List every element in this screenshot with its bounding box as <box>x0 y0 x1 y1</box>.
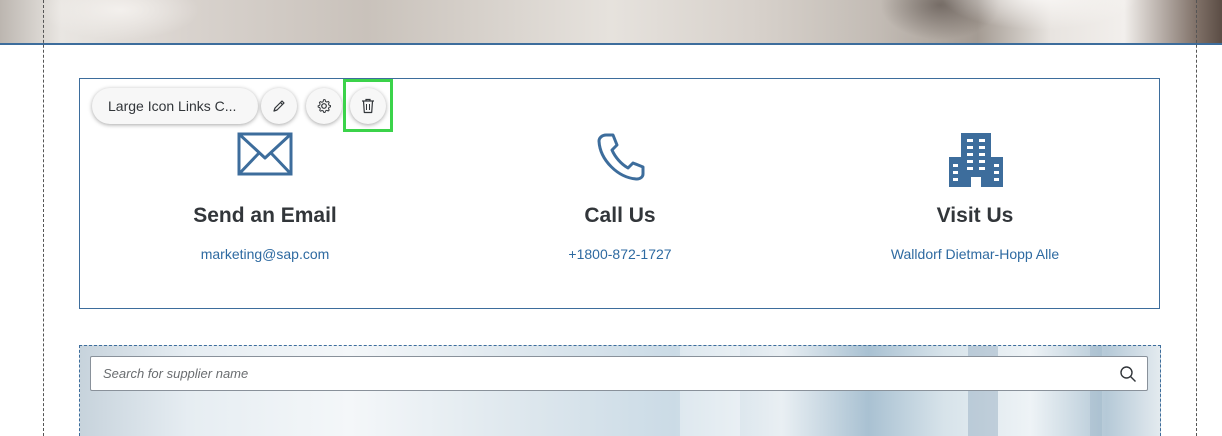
link-title: Call Us <box>584 204 656 227</box>
building-icon <box>825 131 1125 187</box>
settings-button[interactable] <box>306 88 342 124</box>
gear-icon <box>317 99 331 113</box>
section-guide-right <box>1196 0 1197 436</box>
hero-divider <box>0 43 1222 45</box>
envelope-icon <box>115 131 415 187</box>
phone-link[interactable]: +1800-872-1727 <box>470 246 770 262</box>
search-input[interactable] <box>91 357 1101 390</box>
section-guide-left <box>43 0 44 436</box>
phone-icon <box>470 131 770 187</box>
supplier-search-box[interactable] <box>90 356 1148 391</box>
pencil-icon <box>273 100 285 112</box>
hero-image <box>0 0 1222 44</box>
component-name-chip[interactable]: Large Icon Links C... <box>92 88 258 124</box>
link-title: Send an Email <box>193 204 337 227</box>
email-link[interactable]: marketing@sap.com <box>115 246 415 262</box>
search-icon[interactable] <box>1119 365 1137 383</box>
edit-button[interactable] <box>261 88 297 124</box>
delete-button-highlight <box>343 79 393 132</box>
address-link[interactable]: Walldorf Dietmar-Hopp Alle <box>825 246 1125 262</box>
link-title: Visit Us <box>936 204 1014 227</box>
